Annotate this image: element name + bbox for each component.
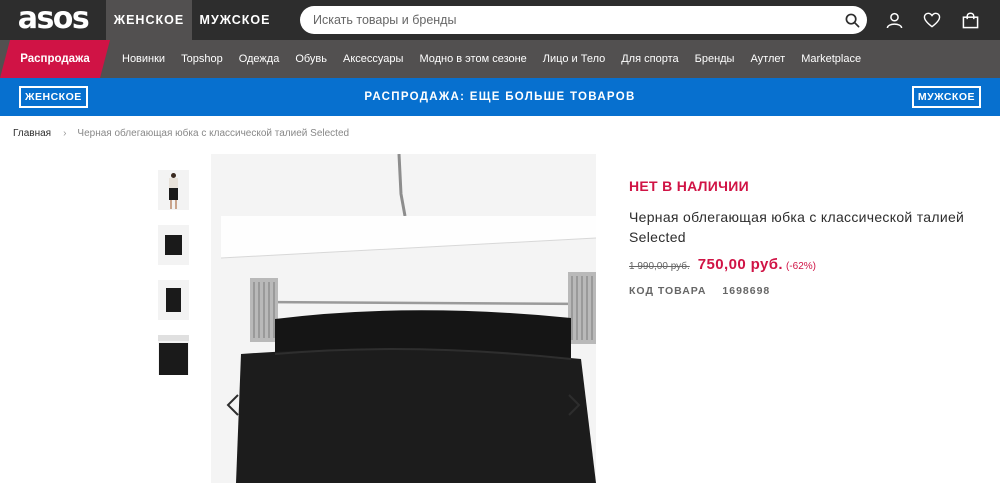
saved-items-button[interactable] (922, 10, 942, 30)
product-code-value: 1698698 (722, 285, 771, 297)
thumbnail-3[interactable] (158, 280, 189, 320)
nav-sale-label: Распродажа (20, 53, 90, 65)
search-icon (845, 13, 859, 27)
nav-item-sport[interactable]: Для спорта (613, 40, 686, 78)
product-photo (211, 154, 596, 483)
category-nav: Распродажа Новинки Topshop Одежда Обувь … (0, 40, 1000, 78)
nav-item-accessories[interactable]: Аксессуары (335, 40, 411, 78)
price-row: 1 990,00 руб. 750,00 руб. (-62%) (629, 256, 969, 273)
category-list: Новинки Topshop Одежда Обувь Аксессуары … (114, 40, 869, 78)
bag-icon (962, 11, 978, 28)
nav-item-marketplace[interactable]: Marketplace (793, 40, 869, 78)
search-bar (300, 6, 867, 34)
nav-item-brands[interactable]: Бренды (687, 40, 743, 78)
current-price: 750,00 руб. (697, 256, 783, 273)
thumbnail-4[interactable] (158, 335, 189, 375)
prev-image-button[interactable] (223, 392, 243, 418)
chevron-right-icon (568, 394, 581, 416)
nav-item-shoes[interactable]: Обувь (287, 40, 335, 78)
breadcrumb: Главная › Черная облегающая юбка с класс… (13, 128, 349, 139)
breadcrumb-current: Черная облегающая юбка с классической та… (77, 128, 350, 139)
nav-item-outlet[interactable]: Аутлет (742, 40, 793, 78)
product-code-label: КОД ТОВАРА (629, 285, 707, 297)
thumbnail-2[interactable] (158, 225, 189, 265)
tab-men[interactable]: МУЖСКОЕ (192, 0, 278, 40)
next-image-button[interactable] (564, 392, 584, 418)
promo-text: РАСПРОДАЖА: ЕЩЕ БОЛЬШЕ ТОВАРОВ (364, 91, 636, 103)
old-price: 1 990,00 руб. (629, 261, 690, 272)
search-button[interactable] (837, 6, 867, 34)
promo-banner[interactable]: ЖЕНСКОЕ РАСПРОДАЖА: ЕЩЕ БОЛЬШЕ ТОВАРОВ М… (0, 78, 1000, 116)
top-bar: asos ЖЕНСКОЕ МУЖСКОЕ (0, 0, 1000, 40)
account-button[interactable] (884, 10, 904, 30)
asos-logo[interactable]: asos (0, 0, 106, 40)
discount-badge: (-62%) (785, 261, 816, 272)
promo-women-button[interactable]: ЖЕНСКОЕ (19, 86, 88, 108)
chevron-left-icon (226, 394, 239, 416)
breadcrumb-separator: › (63, 128, 67, 139)
heart-icon (923, 12, 941, 28)
product-title: Черная облегающая юбка с классической та… (629, 209, 965, 245)
search-input[interactable] (300, 6, 837, 34)
nav-item-face-body[interactable]: Лицо и Тело (535, 40, 613, 78)
stock-status: НЕТ В НАЛИЧИИ (629, 178, 750, 194)
product-main-image (211, 154, 596, 483)
breadcrumb-home[interactable]: Главная (13, 128, 51, 139)
nav-item-trending[interactable]: Модно в этом сезоне (411, 40, 534, 78)
promo-men-button[interactable]: МУЖСКОЕ (911, 86, 981, 108)
thumbnail-list (158, 170, 190, 390)
product-info: НЕТ В НАЛИЧИИ Черная облегающая юбка с к… (629, 178, 969, 297)
nav-item-topshop[interactable]: Topshop (173, 40, 231, 78)
bag-button[interactable] (960, 10, 980, 30)
nav-item-clothing[interactable]: Одежда (231, 40, 288, 78)
nav-sale[interactable]: Распродажа (0, 40, 110, 78)
nav-item-new[interactable]: Новинки (114, 40, 173, 78)
user-icon (886, 12, 902, 28)
account-icons (884, 0, 980, 40)
thumbnail-1[interactable] (158, 170, 189, 210)
product-code: КОД ТОВАРА 1698698 (629, 285, 969, 297)
tab-women[interactable]: ЖЕНСКОЕ (106, 0, 192, 40)
